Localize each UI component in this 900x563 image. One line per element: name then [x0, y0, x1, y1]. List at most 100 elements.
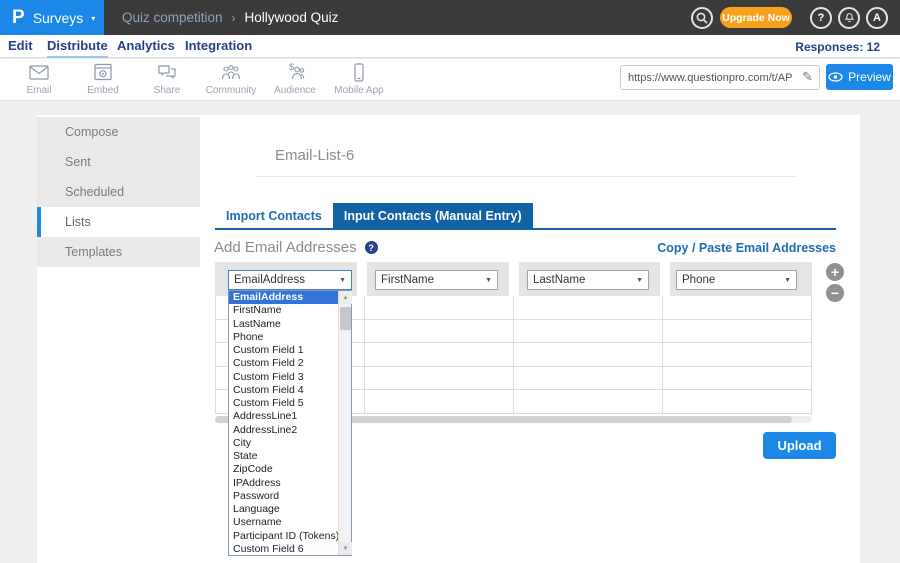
dropdown-option[interactable]: City — [229, 437, 338, 450]
responses-count[interactable]: Responses: 12 — [795, 40, 880, 54]
upgrade-now-button[interactable]: Upgrade Now — [720, 7, 792, 28]
select-value: Phone — [682, 274, 715, 286]
column-select-emailaddress[interactable]: EmailAddress ▼ — [228, 270, 352, 290]
entry-cell[interactable] — [365, 343, 514, 366]
entry-cell[interactable] — [365, 367, 514, 390]
sidebar-item-templates[interactable]: Templates — [37, 237, 200, 267]
tab-import-contacts[interactable]: Import Contacts — [215, 203, 333, 228]
upload-button[interactable]: Upload — [763, 432, 836, 459]
entry-cell[interactable] — [365, 296, 514, 319]
dropdown-scrollbar-thumb[interactable] — [340, 307, 351, 330]
add-email-addresses-heading: Add Email Addresses ? — [214, 239, 378, 256]
tab-input-contacts-manual-entry[interactable]: Input Contacts (Manual Entry) — [333, 203, 533, 228]
help-icon[interactable]: ? — [365, 241, 378, 254]
select-caret-icon: ▼ — [339, 277, 346, 284]
dropdown-options: EmailAddress FirstName LastName Phone Cu… — [229, 291, 338, 555]
entry-cell[interactable] — [365, 390, 514, 413]
sidebar-item-scheduled[interactable]: Scheduled — [37, 177, 200, 207]
search-icon — [696, 12, 708, 24]
title-divider — [256, 176, 796, 177]
dropdown-option[interactable]: Password — [229, 490, 338, 503]
scroll-down-icon[interactable]: ▼ — [339, 542, 352, 555]
column-select-firstname[interactable]: FirstName ▼ — [375, 270, 498, 290]
entry-cell[interactable] — [514, 343, 663, 366]
survey-url-input[interactable] — [621, 66, 793, 89]
toolbar-item-email[interactable]: Email — [7, 61, 71, 96]
dropdown-option[interactable]: Language — [229, 503, 338, 516]
dropdown-option[interactable]: Username — [229, 516, 338, 529]
dropdown-scrollbar[interactable]: ▲ ▼ — [338, 291, 351, 555]
entry-cell[interactable] — [514, 296, 663, 319]
entry-cell[interactable] — [663, 367, 811, 390]
copy-paste-email-addresses-link[interactable]: Copy / Paste Email Addresses — [657, 241, 836, 255]
nav-item-integration[interactable]: Integration — [185, 38, 252, 56]
nav-item-analytics[interactable]: Analytics — [117, 38, 175, 56]
toolbar-item-community[interactable]: Community — [199, 61, 263, 96]
contacts-tabs: Import Contacts Input Contacts (Manual E… — [215, 203, 533, 228]
add-row-button[interactable]: + — [826, 263, 844, 281]
nav-item-edit[interactable]: Edit — [8, 38, 33, 56]
search-button[interactable] — [691, 7, 713, 29]
toolbar-label: Mobile App — [334, 85, 383, 96]
select-caret-icon: ▼ — [485, 277, 492, 284]
eye-icon — [828, 72, 843, 82]
sidebar-item-sent[interactable]: Sent — [37, 147, 200, 177]
dropdown-option[interactable]: Custom Field 1 — [229, 344, 338, 357]
dropdown-option[interactable]: Custom Field 6 — [229, 543, 338, 555]
dropdown-option[interactable]: Participant ID (Tokens) — [229, 530, 338, 543]
column-select-phone[interactable]: Phone ▼ — [676, 270, 797, 290]
notifications-button[interactable] — [838, 7, 860, 29]
breadcrumb: Quiz competition › Hollywood Quiz — [122, 0, 338, 35]
survey-nav: Edit Distribute Analytics Integration Re… — [0, 35, 900, 58]
dropdown-option[interactable]: AddressLine1 — [229, 410, 338, 423]
edit-url-icon[interactable]: ✎ — [802, 69, 813, 85]
dropdown-option[interactable]: State — [229, 450, 338, 463]
entry-cell[interactable] — [663, 296, 811, 319]
entry-cell[interactable] — [514, 320, 663, 343]
column-select-lastname[interactable]: LastName ▼ — [527, 270, 649, 290]
bell-icon — [843, 12, 856, 25]
toolbar-item-mobile-app[interactable]: Mobile App — [327, 61, 391, 96]
surveys-product-menu[interactable]: P Surveys ▾ — [0, 0, 104, 35]
dropdown-option[interactable]: FirstName — [229, 304, 338, 317]
scroll-up-icon[interactable]: ▲ — [339, 291, 352, 304]
entry-cell[interactable] — [663, 343, 811, 366]
select-value: EmailAddress — [234, 274, 305, 286]
dropdown-option[interactable]: Custom Field 2 — [229, 357, 338, 370]
account-avatar[interactable]: A — [866, 7, 888, 29]
community-icon — [219, 61, 243, 84]
dropdown-option[interactable]: Custom Field 5 — [229, 397, 338, 410]
select-caret-icon: ▼ — [784, 277, 791, 284]
sidebar-item-lists[interactable]: Lists — [37, 207, 200, 237]
sidebar-item-compose[interactable]: Compose — [37, 117, 200, 147]
dropdown-option[interactable]: AddressLine2 — [229, 424, 338, 437]
dropdown-option[interactable]: Phone — [229, 331, 338, 344]
dropdown-option[interactable]: IPAddress — [229, 477, 338, 490]
entry-cell[interactable] — [514, 367, 663, 390]
product-name: Surveys — [33, 10, 84, 26]
svg-text:$: $ — [289, 62, 294, 72]
entry-cell[interactable] — [663, 390, 811, 413]
entry-cell[interactable] — [365, 320, 514, 343]
toolbar-item-share[interactable]: Share — [135, 61, 199, 96]
questionpro-distribute-page: P Surveys ▾ Quiz competition › Hollywood… — [0, 0, 900, 563]
mobile-app-icon — [347, 61, 371, 84]
dropdown-option-selected[interactable]: EmailAddress — [229, 291, 338, 304]
dropdown-option[interactable]: Custom Field 3 — [229, 371, 338, 384]
entry-cell[interactable] — [663, 320, 811, 343]
dropdown-option[interactable]: Custom Field 4 — [229, 384, 338, 397]
dropdown-option[interactable]: LastName — [229, 318, 338, 331]
entry-cell[interactable] — [514, 390, 663, 413]
nav-item-distribute[interactable]: Distribute — [47, 38, 108, 58]
dropdown-option[interactable]: ZipCode — [229, 463, 338, 476]
remove-row-button[interactable]: − — [826, 284, 844, 302]
breadcrumb-folder[interactable]: Quiz competition — [122, 10, 223, 25]
audience-icon: $ — [283, 61, 307, 84]
breadcrumb-separator: › — [232, 11, 236, 25]
preview-button[interactable]: Preview — [826, 64, 893, 90]
help-button[interactable]: ? — [810, 7, 832, 29]
toolbar-item-embed[interactable]: Embed — [71, 61, 135, 96]
select-value: FirstName — [381, 274, 434, 286]
toolbar-item-audience[interactable]: $ Audience — [263, 61, 327, 96]
toolbar-label: Community — [206, 85, 257, 96]
